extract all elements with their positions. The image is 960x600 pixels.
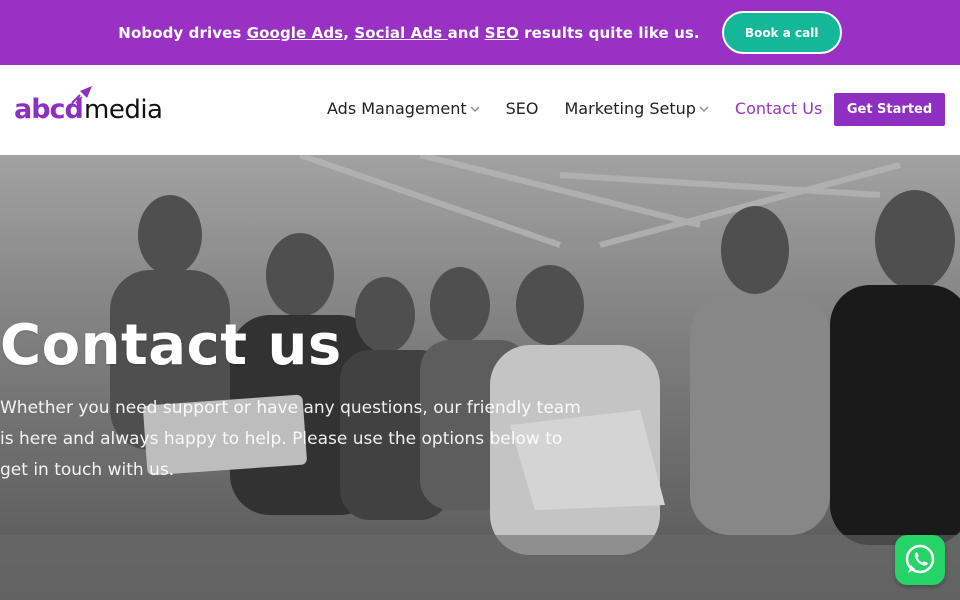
seo-link[interactable]: SEO — [485, 24, 519, 42]
google-ads-link[interactable]: Google Ads — [247, 24, 343, 42]
promo-bar: Nobody drives Google Ads, Social Ads and… — [0, 0, 960, 65]
chevron-down-icon — [470, 106, 480, 112]
main-nav: Ads Management SEO Marketing Setup Conta… — [327, 99, 848, 118]
site-header: abcd media Ads Management SEO Marketing … — [0, 65, 960, 155]
site-logo[interactable]: abcd media — [14, 86, 174, 131]
nav-item-contact-us[interactable]: Contact Us — [735, 99, 822, 118]
nav-item-marketing-setup[interactable]: Marketing Setup — [565, 99, 709, 118]
social-ads-link[interactable]: Social Ads — [354, 24, 447, 42]
nav-item-label: SEO — [505, 99, 539, 118]
whatsapp-chat-button[interactable] — [895, 535, 945, 585]
whatsapp-icon — [905, 544, 935, 574]
page-title: Contact us — [0, 313, 342, 378]
promo-separator: , — [343, 23, 355, 42]
book-a-call-button[interactable]: Book a call — [721, 11, 842, 54]
promo-text: Nobody drives Google Ads, Social Ads and… — [118, 24, 699, 42]
promo-text-start: Nobody drives — [118, 23, 247, 42]
hero-section: Contact us Whether you need support or h… — [0, 155, 960, 600]
hero-description: Whether you need support or have any que… — [0, 398, 581, 480]
nav-item-label: Ads Management — [327, 99, 467, 118]
nav-item-ads-management[interactable]: Ads Management — [327, 99, 480, 118]
promo-and: and — [447, 23, 485, 42]
nav-item-label: Marketing Setup — [564, 99, 696, 118]
promo-text-end: results quite like us. — [518, 23, 700, 42]
chevron-down-icon — [699, 106, 709, 112]
nav-item-label: Contact Us — [734, 99, 823, 118]
nav-item-seo[interactable]: SEO — [506, 99, 539, 118]
logo-part-media: media — [84, 95, 163, 125]
get-started-button[interactable]: Get Started — [834, 93, 945, 126]
